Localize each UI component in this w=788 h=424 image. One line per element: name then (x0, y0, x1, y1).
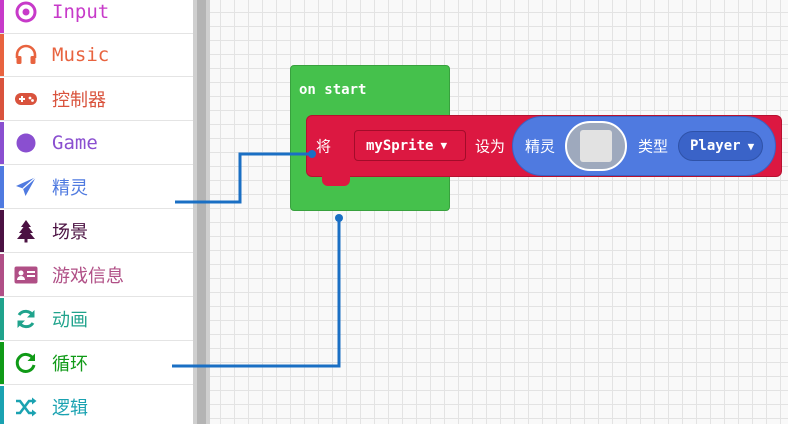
category-scene[interactable]: 场景 (0, 210, 193, 253)
category-label: 逻辑 (52, 398, 88, 419)
paper-plane-icon (16, 176, 37, 196)
kind-dropdown[interactable]: Player ▼ (678, 131, 763, 161)
category-logic[interactable]: 逻辑 (0, 386, 193, 424)
variable-name: mySprite (366, 137, 434, 154)
category-input[interactable]: Input (0, 0, 193, 34)
image-preview-tile (580, 130, 612, 162)
category-label: 动画 (52, 310, 88, 331)
gamepad-icon (15, 93, 37, 105)
block-bottom-notch (322, 176, 350, 186)
toolbox: Input Music 控制器 Game 精灵 场景 游戏信息 动画 循环 逻辑 (0, 0, 193, 424)
workspace-canvas[interactable] (210, 0, 788, 424)
set-label: 将 (316, 137, 332, 156)
category-color-bar (0, 298, 4, 340)
category-label: 控制器 (52, 90, 106, 111)
sprite-label: 精灵 (525, 137, 556, 156)
category-color-bar (0, 166, 4, 208)
category-label: 场景 (52, 222, 88, 243)
sprite-image-picker[interactable] (565, 121, 627, 171)
category-controller[interactable]: 控制器 (0, 78, 193, 121)
category-color-bar (0, 34, 4, 76)
caret-down-icon: ▼ (747, 139, 755, 153)
category-music[interactable]: Music (0, 34, 193, 77)
kind-value: Player (690, 138, 741, 154)
refresh-icon (17, 309, 35, 329)
category-color-bar (0, 78, 4, 120)
category-color-bar (0, 0, 4, 33)
variable-dropdown[interactable]: mySprite ▼ (354, 130, 466, 161)
create-sprite-reporter[interactable]: 精灵 类型 Player ▼ (512, 116, 776, 176)
to-label: 设为 (475, 137, 506, 156)
category-color-bar (0, 386, 4, 424)
target-icon (15, 1, 37, 23)
category-animation[interactable]: 动画 (0, 298, 193, 341)
id-card-icon (14, 266, 38, 284)
category-label: Input (52, 1, 110, 23)
category-label: 游戏信息 (52, 266, 124, 287)
category-color-bar (0, 210, 4, 252)
category-label: 循环 (52, 354, 88, 375)
set-sprite-block[interactable]: 将 mySprite ▼ 设为 精灵 类型 Player ▼ (306, 115, 782, 177)
loop-icon (15, 352, 36, 373)
category-label: 精灵 (52, 178, 88, 199)
category-label: Music (52, 44, 110, 66)
category-game[interactable]: Game (0, 122, 193, 165)
on-start-label: on start (299, 82, 367, 98)
tree-icon (17, 220, 35, 243)
category-label: Game (52, 132, 98, 154)
shuffle-icon (16, 397, 37, 417)
category-color-bar (0, 122, 4, 164)
toolbox-scrollbar-thumb[interactable] (197, 0, 206, 424)
category-loops[interactable]: 循环 (0, 342, 193, 385)
circle-icon (16, 133, 36, 153)
caret-down-icon: ▼ (440, 139, 448, 152)
headphones-icon (15, 44, 37, 64)
kind-label: 类型 (638, 137, 669, 156)
category-color-bar (0, 342, 4, 384)
category-sprites[interactable]: 精灵 (0, 166, 193, 209)
category-color-bar (0, 254, 4, 296)
category-game-info[interactable]: 游戏信息 (0, 254, 193, 297)
